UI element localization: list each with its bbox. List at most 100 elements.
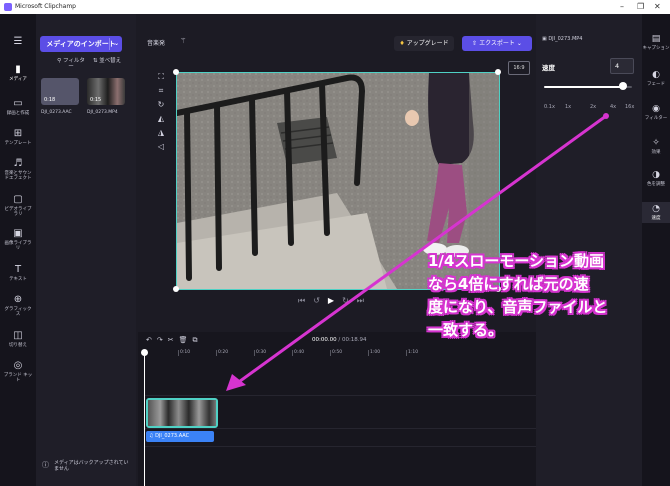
split-icon[interactable]: ✂	[168, 336, 179, 344]
filter-button[interactable]: ⚲ フィルター	[56, 58, 86, 70]
aspect-ratio-button[interactable]: 16:9	[508, 61, 530, 75]
audio-clip-label: DJI_0273.AAC	[155, 433, 190, 439]
video-clip[interactable]	[146, 398, 218, 428]
menu-button[interactable]: ☰	[0, 36, 36, 49]
speed-value-input[interactable]: 4	[610, 58, 634, 74]
crop-icon[interactable]: ⌗	[154, 86, 168, 100]
nav-template[interactable]: ⊞ テンプレート	[0, 128, 36, 146]
fit-icon[interactable]: ⛶	[154, 72, 168, 86]
speed-label: 0.1x	[544, 104, 555, 110]
current-time: 00:00.00	[312, 337, 337, 343]
chevron-down-icon: ⌄	[516, 40, 522, 47]
close-button[interactable]: ✕	[654, 0, 661, 14]
diamond-icon: ♦	[399, 40, 405, 47]
nav-fade[interactable]: ◐ フェード	[642, 70, 670, 87]
flip-icon[interactable]: ◭	[154, 114, 168, 128]
magic-icon[interactable]: ⚚	[180, 37, 186, 45]
maximize-button[interactable]: ❐	[637, 0, 644, 14]
backup-notice-text: メディアはバックアップされていません	[54, 460, 129, 472]
nav-effects[interactable]: ✧ 効果	[642, 138, 670, 155]
ruler-tick: 0:20	[215, 350, 229, 356]
chevron-down-icon[interactable]: ⌄	[114, 36, 119, 52]
minimize-button[interactable]: –	[620, 0, 624, 14]
left-nav: ☰ ▮ メディア ▭ 録画と作成 ⊞ テンプレート ♬ 音楽とサウンドエフェクト…	[0, 14, 36, 486]
nav-image-library[interactable]: ▣ 画像ライブラリ	[0, 228, 36, 251]
selected-file-name: ▣ DJI_0273.MP4	[542, 36, 583, 42]
color-adjust-icon: ◑	[652, 170, 660, 180]
video-clip-thumbnail	[148, 400, 216, 426]
template-icon: ⊞	[13, 128, 23, 139]
nav-captions[interactable]: ▤ キャプション	[642, 34, 670, 51]
nav-graphics-label: グラフィックス	[4, 307, 32, 317]
more-icon[interactable]: ◁	[154, 142, 168, 156]
resize-handle[interactable]	[173, 286, 179, 292]
total-time: / 00:18.94	[338, 337, 367, 343]
nav-brand-kit[interactable]: ◎ ブランド キット	[0, 360, 36, 383]
speed-label: 1x	[565, 104, 572, 110]
music-note-icon: ♫	[149, 433, 154, 439]
export-label: エクスポート	[479, 40, 515, 47]
nav-transition-label: 切り替え	[9, 343, 27, 348]
nav-text[interactable]: T テキスト	[0, 264, 36, 282]
playhead[interactable]	[141, 349, 148, 486]
mirror-icon[interactable]: ◮	[154, 128, 168, 142]
duplicate-icon[interactable]: ⧉	[193, 336, 203, 344]
speed-label: 2x	[590, 104, 597, 110]
audio-clip[interactable]: ♫ DJI_0273.AAC	[146, 431, 214, 442]
undo-icon[interactable]: ↶	[146, 336, 157, 344]
skip-back-icon[interactable]: ⏮	[298, 296, 313, 305]
ruler-tick: 0:10	[177, 350, 191, 356]
nav-music-label: 音楽とサウンドエフェクト	[4, 171, 32, 181]
upgrade-button[interactable]: ♦ アップグレード	[394, 36, 454, 51]
music-icon: ♬	[13, 158, 23, 169]
nav-record-label: 録画と作成	[6, 111, 30, 116]
audio-title[interactable]: 音楽発	[147, 38, 165, 47]
sort-button[interactable]: ⇅ 並べ替え	[90, 58, 124, 64]
play-icon[interactable]: ▶	[328, 296, 342, 305]
ruler-tick: 0:40	[291, 350, 305, 356]
annotation-text: 1/4スローモーション動画 なら4倍にすれば元の速 度になり、音声ファイルと 一…	[428, 250, 668, 342]
nav-media[interactable]: ▮ メディア	[0, 64, 36, 82]
import-media-label: メディアのインポート	[46, 40, 116, 48]
import-media-button[interactable]: メディアのインポート ⌄	[40, 36, 122, 52]
nav-color-adjust[interactable]: ◑ 色を調整	[642, 170, 670, 187]
nav-speed[interactable]: ◔ 速度	[642, 202, 670, 223]
export-button[interactable]: ⇧ エクスポート ⌄	[462, 36, 532, 51]
playback-controls: ⏮↺▶↻⏭	[298, 296, 372, 306]
preview-tools: ⛶ ⌗ ↻ ◭ ◮ ◁	[154, 72, 168, 156]
annotation-line: なら4倍にすれば元の速	[428, 275, 589, 293]
effects-icon: ✧	[652, 138, 660, 148]
nav-filters[interactable]: ◉ フィルター	[642, 104, 670, 121]
video-file-icon: ▣	[542, 36, 547, 42]
menu-icon: ☰	[13, 36, 23, 47]
skip-forward-icon[interactable]: ⏭	[357, 296, 372, 305]
image-library-icon: ▣	[13, 228, 23, 239]
media-icon: ▮	[15, 64, 21, 75]
nav-transition[interactable]: ◫ 切り替え	[0, 330, 36, 348]
ruler-tick: 1:10	[405, 350, 419, 356]
media-item-video[interactable]: 0:15	[87, 78, 125, 105]
redo-icon[interactable]: ↷	[157, 336, 168, 344]
resize-handle[interactable]	[173, 69, 179, 75]
filter-icon: ⚲	[57, 58, 62, 64]
upload-icon: ⇧	[472, 40, 478, 47]
annotation-line: 度になり、音声ファイルと	[428, 298, 608, 316]
delete-icon[interactable]: 🗑	[179, 336, 193, 344]
nav-graphics[interactable]: ⊕ グラフィックス	[0, 294, 36, 317]
nav-video-library[interactable]: ▢ ビデオライブラリ	[0, 194, 36, 217]
forward-icon[interactable]: ↻	[342, 296, 357, 305]
speed-icon: ◔	[652, 204, 660, 214]
rotate-icon[interactable]: ↻	[154, 100, 168, 114]
nav-record[interactable]: ▭ 録画と作成	[0, 98, 36, 116]
timecode: 00:00.00 / 00:18.94	[312, 337, 367, 343]
nav-music[interactable]: ♬ 音楽とサウンドエフェクト	[0, 158, 36, 181]
nav-video-library-label: ビデオライブラリ	[4, 207, 32, 217]
resize-handle[interactable]	[495, 69, 501, 75]
media-item-video-name: DJI_0273.MP4	[87, 110, 118, 115]
media-item-audio[interactable]: 0:18	[41, 78, 79, 105]
ruler-tick: 0:30	[253, 350, 267, 356]
rewind-icon[interactable]: ↺	[313, 296, 328, 305]
media-item-duration: 0:15	[90, 97, 102, 103]
video-library-icon: ▢	[13, 194, 23, 205]
speed-slider[interactable]	[544, 82, 632, 90]
